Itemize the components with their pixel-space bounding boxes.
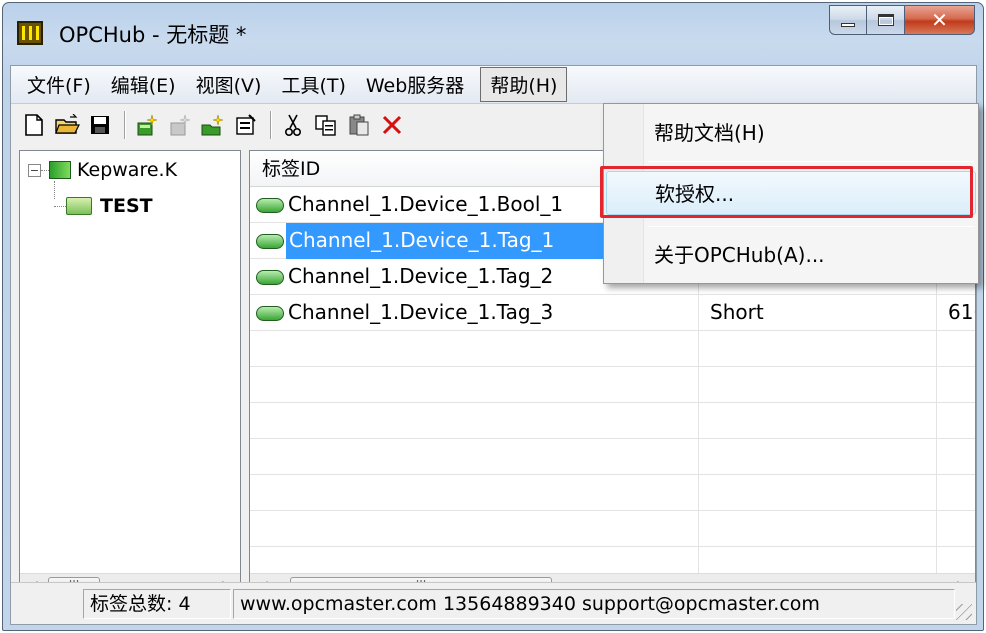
add-tag-button[interactable] bbox=[198, 110, 228, 140]
tree-node-server[interactable]: − Kepware.K bbox=[28, 159, 177, 181]
tree-root-label: Kepware.K bbox=[77, 159, 178, 181]
menu-file[interactable]: 文件(F) bbox=[17, 67, 101, 102]
tag-icon bbox=[256, 270, 284, 285]
title-bar[interactable]: OPCHub - 无标题 * ✕ bbox=[3, 3, 983, 65]
empty-row bbox=[250, 403, 975, 439]
menu-edit[interactable]: 编辑(E) bbox=[101, 67, 186, 102]
server-icon bbox=[49, 161, 71, 179]
properties-button[interactable] bbox=[231, 110, 261, 140]
window-title: OPCHub - 无标题 * bbox=[59, 23, 247, 47]
paste-icon bbox=[349, 114, 369, 136]
status-bar: 标签总数: 4 www.opcmaster.com 13564889340 su… bbox=[11, 582, 976, 624]
copy-button[interactable] bbox=[311, 110, 341, 140]
cell-value: 616 bbox=[948, 300, 975, 324]
new-file-icon bbox=[25, 114, 43, 136]
menu-view[interactable]: 视图(V) bbox=[186, 67, 272, 102]
resize-grip-icon[interactable] bbox=[956, 604, 972, 620]
tag-icon bbox=[256, 306, 284, 321]
menu-help[interactable]: 帮助(H) bbox=[480, 67, 568, 102]
minimize-button[interactable] bbox=[829, 5, 867, 35]
add-group-button bbox=[165, 110, 195, 140]
tree-node-group[interactable]: TEST bbox=[54, 195, 153, 217]
save-icon bbox=[91, 116, 109, 134]
delete-icon bbox=[382, 115, 402, 135]
tag-icon bbox=[256, 198, 284, 213]
copy-icon bbox=[315, 115, 336, 136]
cut-icon bbox=[284, 114, 302, 137]
status-info: www.opcmaster.com 13564889340 support@op… bbox=[233, 589, 955, 619]
close-icon: ✕ bbox=[931, 8, 948, 32]
cell-tag-id: Channel_1.Device_1.Tag_3 bbox=[288, 300, 554, 324]
empty-row bbox=[250, 331, 975, 367]
folder-icon bbox=[66, 197, 92, 215]
status-tag-count: 标签总数: 4 bbox=[83, 589, 231, 619]
tree-child-label: TEST bbox=[100, 195, 153, 217]
highlight-box bbox=[600, 166, 973, 218]
add-server-button[interactable] bbox=[132, 110, 162, 140]
save-button[interactable] bbox=[85, 110, 115, 140]
open-file-button[interactable] bbox=[52, 110, 82, 140]
app-icon bbox=[17, 21, 43, 45]
tag-icon bbox=[256, 234, 284, 249]
empty-row bbox=[250, 367, 975, 403]
menu-bar: 文件(F) 编辑(E) 视图(V) 工具(T) Web服务器 帮助(H) bbox=[11, 66, 976, 104]
server-tree[interactable]: − Kepware.K TEST ◀ III ▶ bbox=[19, 150, 241, 598]
empty-row bbox=[250, 475, 975, 511]
menu-item-help-docs[interactable]: 帮助文档(H) bbox=[606, 111, 976, 155]
menu-item-about[interactable]: 关于OPCHub(A)... bbox=[606, 233, 976, 277]
caption-buttons: ✕ bbox=[829, 5, 975, 35]
app-window: OPCHub - 无标题 * ✕ 文件(F) 编辑(E) 视图(V) 工具(T)… bbox=[2, 2, 984, 631]
add-server-icon bbox=[137, 114, 158, 136]
menu-webserver[interactable]: Web服务器 bbox=[356, 67, 474, 102]
cell-tag-id-selected: Channel_1.Device_1.Tag_1 bbox=[286, 223, 610, 259]
toolbar-separator bbox=[270, 111, 272, 139]
menu-separator bbox=[648, 226, 974, 227]
cut-button[interactable] bbox=[278, 110, 308, 140]
collapse-icon[interactable]: − bbox=[28, 163, 41, 177]
add-tag-icon bbox=[201, 114, 224, 136]
empty-row bbox=[250, 511, 975, 547]
menu-separator bbox=[648, 161, 974, 162]
menu-tools[interactable]: 工具(T) bbox=[271, 67, 355, 102]
close-button[interactable]: ✕ bbox=[905, 5, 975, 35]
delete-button[interactable] bbox=[377, 110, 407, 140]
empty-row bbox=[250, 439, 975, 475]
maximize-icon bbox=[877, 14, 894, 26]
open-folder-icon bbox=[55, 114, 80, 134]
maximize-button[interactable] bbox=[867, 5, 905, 35]
cell-type: Short bbox=[710, 300, 764, 324]
minimize-icon bbox=[841, 23, 855, 27]
table-row[interactable]: Channel_1.Device_1.Tag_3 Short 616 bbox=[250, 295, 975, 331]
properties-icon bbox=[236, 114, 256, 135]
add-group-icon bbox=[170, 114, 191, 136]
paste-button[interactable] bbox=[344, 110, 374, 140]
toolbar-separator bbox=[124, 111, 126, 139]
new-file-button[interactable] bbox=[19, 110, 49, 140]
